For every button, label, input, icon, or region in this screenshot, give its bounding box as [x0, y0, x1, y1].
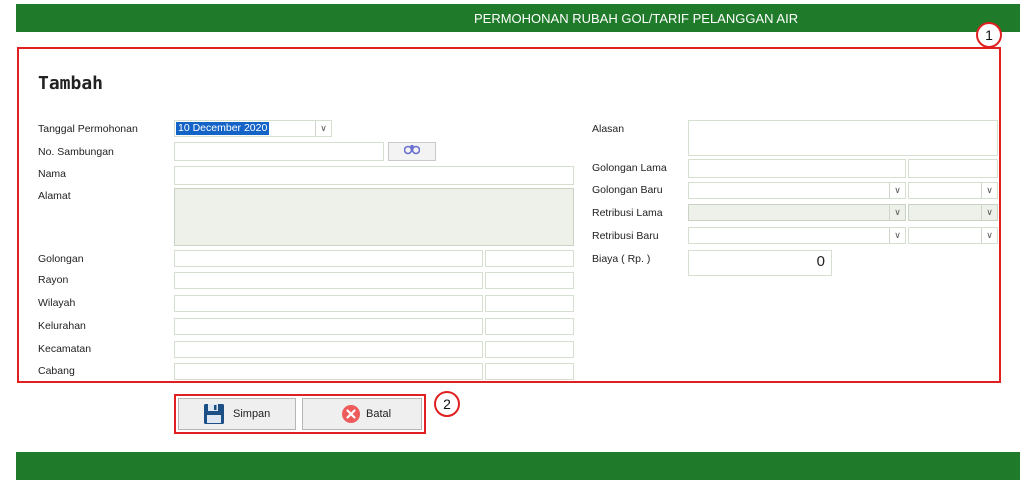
- golongan-baru-label: Golongan Baru: [592, 184, 663, 196]
- form-heading: Tambah: [38, 73, 104, 94]
- alamat-textarea[interactable]: [174, 188, 574, 246]
- nama-label: Nama: [38, 168, 67, 180]
- golongan-lama-code-input[interactable]: [908, 159, 998, 178]
- tanggal-permohonan-value: 10 December 2020: [176, 122, 270, 135]
- biaya-label: Biaya ( Rp. ): [592, 253, 651, 265]
- retribusi-baru-code-select[interactable]: ∨: [908, 227, 998, 244]
- cabang-label: Cabang: [38, 365, 75, 377]
- batal-button-label: Batal: [366, 408, 392, 420]
- binoculars-icon[interactable]: [388, 142, 436, 161]
- cabang-input[interactable]: [174, 363, 483, 380]
- no-sambungan-label: No. Sambungan: [38, 146, 114, 158]
- no-sambungan-input[interactable]: [174, 142, 384, 161]
- batal-button[interactable]: Batal: [302, 398, 422, 430]
- retribusi-lama-label: Retribusi Lama: [592, 207, 663, 219]
- simpan-button-label: Simpan: [233, 408, 271, 420]
- header-bar: PERMOHONAN RUBAH GOL/TARIF PELANGGAN AIR: [16, 4, 1020, 32]
- rayon-label: Rayon: [38, 274, 69, 286]
- chevron-down-icon[interactable]: ∨: [981, 205, 997, 220]
- footer-bar: [16, 452, 1020, 480]
- binoculars-glyph: [403, 145, 421, 155]
- kecamatan-label: Kecamatan: [38, 343, 92, 355]
- nama-input[interactable]: [174, 166, 574, 185]
- golongan-lama-label: Golongan Lama: [592, 162, 667, 174]
- close-circle-icon: [342, 405, 360, 423]
- page-title: PERMOHONAN RUBAH GOL/TARIF PELANGGAN AIR: [474, 11, 799, 26]
- tanggal-permohonan-select[interactable]: 10 December 2020 ∨: [174, 120, 332, 137]
- chevron-down-icon[interactable]: ∨: [315, 121, 331, 136]
- chevron-down-icon[interactable]: ∨: [889, 228, 905, 243]
- wilayah-input[interactable]: [174, 295, 483, 312]
- kecamatan-code-input[interactable]: [485, 341, 574, 358]
- chevron-down-icon[interactable]: ∨: [889, 205, 905, 220]
- rayon-code-input[interactable]: [485, 272, 574, 289]
- callout-2: 2: [434, 391, 460, 417]
- simpan-button[interactable]: Simpan: [178, 398, 296, 430]
- kelurahan-code-input[interactable]: [485, 318, 574, 335]
- golongan-lama-input[interactable]: [688, 159, 906, 178]
- tanggal-permohonan-label: Tanggal Permohonan: [38, 123, 138, 135]
- golongan-input[interactable]: [174, 250, 483, 267]
- alasan-textarea[interactable]: [688, 120, 998, 156]
- chevron-down-icon[interactable]: ∨: [981, 228, 997, 243]
- biaya-input[interactable]: 0: [688, 250, 832, 276]
- alasan-label: Alasan: [592, 123, 625, 135]
- retribusi-baru-label: Retribusi Baru: [592, 230, 659, 242]
- retribusi-lama-select[interactable]: ∨: [688, 204, 906, 221]
- golongan-baru-select[interactable]: ∨: [688, 182, 906, 199]
- chevron-down-icon[interactable]: ∨: [889, 183, 905, 198]
- golongan-label: Golongan: [38, 253, 84, 265]
- rayon-input[interactable]: [174, 272, 483, 289]
- golongan-baru-code-select[interactable]: ∨: [908, 182, 998, 199]
- kelurahan-label: Kelurahan: [38, 320, 86, 332]
- golongan-code-input[interactable]: [485, 250, 574, 267]
- alamat-label: Alamat: [38, 190, 71, 202]
- kecamatan-input[interactable]: [174, 341, 483, 358]
- kelurahan-input[interactable]: [174, 318, 483, 335]
- retribusi-baru-select[interactable]: ∨: [688, 227, 906, 244]
- callout-1: 1: [976, 22, 1002, 48]
- retribusi-lama-code-select[interactable]: ∨: [908, 204, 998, 221]
- cabang-code-input[interactable]: [485, 363, 574, 380]
- floppy-disk-icon: [204, 404, 224, 424]
- biaya-value: 0: [816, 253, 825, 270]
- wilayah-label: Wilayah: [38, 297, 76, 309]
- wilayah-code-input[interactable]: [485, 295, 574, 312]
- chevron-down-icon[interactable]: ∨: [981, 183, 997, 198]
